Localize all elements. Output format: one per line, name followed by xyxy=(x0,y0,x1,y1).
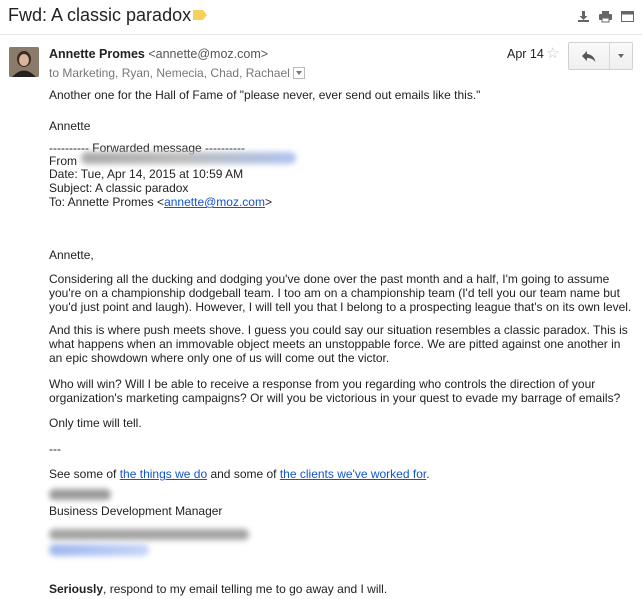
reply-button[interactable] xyxy=(569,43,610,69)
redacted-name xyxy=(49,489,111,500)
intro-text: Another one for the Hall of Fame of "ple… xyxy=(49,88,481,102)
print-icon[interactable] xyxy=(599,10,612,23)
star-icon[interactable]: ☆ xyxy=(546,46,559,61)
paragraph-2: And this is where push meets shove. I gu… xyxy=(49,323,628,365)
subject-bar: Fwd: A classic paradox xyxy=(0,0,642,34)
reply-button-group xyxy=(568,42,633,70)
new-window-icon[interactable] xyxy=(621,10,634,23)
more-options-button[interactable] xyxy=(610,43,632,69)
greeting: Annette, xyxy=(49,248,94,262)
paragraph-1: Considering all the ducking and dodging … xyxy=(49,272,632,314)
see-text-a: See some of xyxy=(49,467,120,481)
redacted-link xyxy=(49,544,149,556)
fwd-from-label: From xyxy=(49,154,77,168)
header-divider xyxy=(0,34,642,35)
signature-separator: --- xyxy=(49,442,61,456)
reply-icon xyxy=(582,50,596,62)
recipients-line: to Marketing, Ryan, Nemecia, Chad, Racha… xyxy=(49,66,305,80)
closing-bold: Seriously xyxy=(49,582,104,596)
signature-title: Business Development Manager xyxy=(49,504,223,518)
things-we-do-link[interactable]: the things we do xyxy=(120,467,207,481)
redacted-sender xyxy=(81,152,296,164)
recipients-text: to Marketing, Ryan, Nemecia, Chad, Racha… xyxy=(49,66,290,80)
fwd-to-suffix: > xyxy=(264,195,272,209)
show-details-icon[interactable] xyxy=(292,66,305,79)
sender-email: <annette@moz.com> xyxy=(148,47,269,61)
see-some-line: See some of the things we do and some of… xyxy=(49,467,430,481)
avatar-image xyxy=(9,47,39,77)
sender-avatar[interactable] xyxy=(9,47,39,77)
closing-line: Seriously, respond to my email telling m… xyxy=(49,582,387,596)
paragraph-4: Only time will tell. xyxy=(49,416,142,430)
email-date: Apr 14 xyxy=(507,47,544,61)
fwd-to-email-link[interactable]: annette@moz.com xyxy=(164,195,265,209)
fwd-subject: Subject: A classic paradox xyxy=(49,181,189,195)
closing-rest: , respond to my email telling me to go a… xyxy=(103,582,388,596)
paragraph-3: Who will win? Will I be able to receive … xyxy=(49,377,621,405)
email-subject: Fwd: A classic paradox xyxy=(8,5,192,25)
clients-link[interactable]: the clients we've worked for xyxy=(280,467,426,481)
sender-name[interactable]: Annette Promes xyxy=(49,47,145,61)
download-icon[interactable] xyxy=(577,10,590,23)
see-text-c: . xyxy=(426,467,430,481)
label-tag-icon[interactable] xyxy=(193,10,207,20)
chevron-down-icon xyxy=(618,54,624,58)
fwd-to: To: Annette Promes <annette@moz.com> xyxy=(49,195,272,209)
fwd-from: From xyxy=(49,154,77,168)
toolbar-icons xyxy=(577,10,634,23)
signoff: Annette xyxy=(49,119,91,133)
see-text-b: and some of xyxy=(207,467,280,481)
fwd-to-prefix: To: Annette Promes < xyxy=(49,195,165,209)
redacted-company xyxy=(49,529,249,540)
sender-line: Annette Promes <annette@moz.com> xyxy=(49,47,268,61)
fwd-date: Date: Tue, Apr 14, 2015 at 10:59 AM xyxy=(49,167,244,181)
